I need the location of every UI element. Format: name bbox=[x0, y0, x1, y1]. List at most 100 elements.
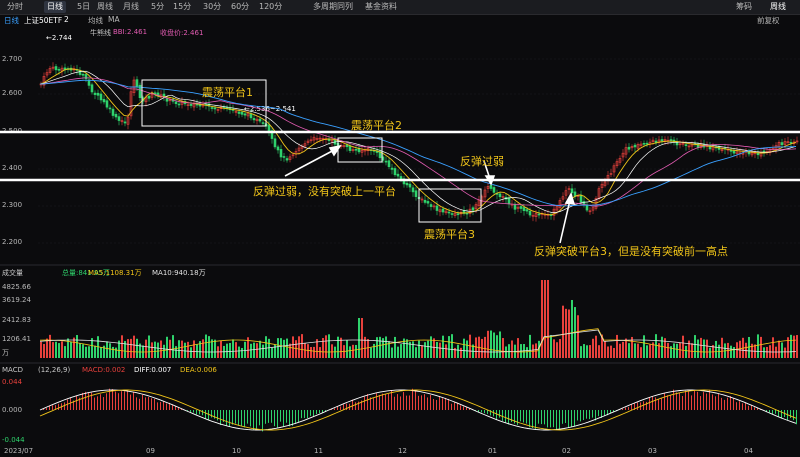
volume-bar bbox=[466, 340, 468, 358]
candle bbox=[249, 113, 253, 119]
macd-tick: 0.044 bbox=[2, 378, 23, 386]
volume-bar bbox=[784, 347, 786, 358]
volume-bar bbox=[682, 335, 684, 358]
candle bbox=[525, 209, 529, 212]
macd-bar bbox=[166, 403, 167, 410]
volume-bar bbox=[349, 346, 351, 358]
period-label: 日线 bbox=[4, 16, 19, 25]
volume-bar bbox=[589, 345, 591, 358]
volume-bar bbox=[121, 335, 123, 358]
volume-bar bbox=[703, 339, 705, 358]
macd-bar bbox=[352, 399, 353, 410]
candle bbox=[105, 100, 109, 108]
macd-bar bbox=[628, 406, 629, 410]
macd-bar bbox=[286, 410, 287, 423]
macd-bar bbox=[790, 410, 791, 419]
candle bbox=[174, 101, 178, 104]
period-tab[interactable]: 30分 bbox=[200, 1, 224, 13]
period-tab[interactable]: 周线 bbox=[94, 1, 116, 13]
volume-bar bbox=[307, 344, 309, 358]
period-tab[interactable]: 基金资料 bbox=[362, 1, 400, 13]
volume-bar bbox=[64, 346, 66, 358]
volume-bar bbox=[334, 346, 336, 358]
volume-bar bbox=[529, 334, 531, 358]
volume-bar bbox=[271, 347, 273, 358]
macd-bar bbox=[388, 393, 389, 410]
candle bbox=[90, 84, 94, 93]
volume-bar bbox=[763, 347, 765, 358]
volume-bar bbox=[796, 335, 798, 358]
macd-bar bbox=[424, 394, 425, 410]
volume-bar bbox=[628, 343, 630, 358]
symbol-name[interactable]: 上证50ETF bbox=[24, 15, 62, 26]
macd-bar bbox=[685, 390, 686, 410]
macd-bar bbox=[397, 394, 398, 410]
macd-bar bbox=[676, 392, 677, 410]
volume-bar bbox=[160, 340, 162, 358]
volume-bar bbox=[277, 338, 279, 358]
period-tab[interactable]: 15分 bbox=[170, 1, 194, 13]
macd-bar bbox=[709, 389, 710, 410]
candle bbox=[780, 142, 784, 146]
macd-bar bbox=[571, 410, 572, 427]
macd-bar bbox=[544, 410, 545, 425]
volume-bar bbox=[325, 335, 327, 358]
period-tab[interactable]: 分时 bbox=[4, 1, 26, 13]
macd-bar bbox=[64, 402, 65, 410]
weekly-toggle[interactable]: 周线 bbox=[770, 1, 786, 13]
volume-bar bbox=[460, 347, 462, 358]
macd-bar bbox=[454, 402, 455, 410]
volume-bar bbox=[79, 343, 81, 358]
candle bbox=[441, 208, 445, 213]
adjust-mode[interactable]: 前复权 bbox=[757, 15, 780, 26]
macd-bar bbox=[52, 405, 53, 410]
volume-bar bbox=[457, 344, 459, 358]
macd-bar bbox=[172, 404, 173, 410]
volume-bar bbox=[298, 336, 300, 358]
volume-bar bbox=[163, 344, 165, 358]
macd-bar bbox=[367, 394, 368, 410]
candle bbox=[57, 69, 61, 71]
macd-bar bbox=[163, 401, 164, 410]
macd-bar bbox=[382, 393, 383, 410]
volume-bar bbox=[607, 346, 609, 358]
volume-bar bbox=[208, 336, 210, 358]
macd-bar bbox=[586, 410, 587, 419]
period-tab[interactable]: 60分 bbox=[228, 1, 252, 13]
rebound-weak-label-1: 反弹过弱，没有突破上一平台 bbox=[253, 185, 396, 198]
x-tick: 09 bbox=[146, 447, 155, 455]
volume-bar bbox=[547, 280, 549, 358]
volume-bar bbox=[373, 343, 375, 358]
volume-bar bbox=[562, 305, 564, 358]
period-toolbar: 分时 日线 5日 周线 月线 5分 15分 30分 60分 120分 多周期同列 基金资料 筹码 周线 bbox=[0, 0, 800, 15]
candle bbox=[522, 207, 526, 212]
period-tab[interactable]: 日线 bbox=[44, 1, 66, 13]
volume-bar bbox=[133, 335, 135, 358]
volume-bar bbox=[46, 338, 48, 358]
kline-chart[interactable] bbox=[0, 28, 800, 448]
volume-bar bbox=[61, 341, 63, 358]
macd-title: MACD bbox=[2, 366, 23, 374]
volume-bar bbox=[82, 344, 84, 358]
period-tab[interactable]: 多周期同列 bbox=[310, 1, 356, 13]
volume-bar bbox=[502, 338, 504, 358]
volume-bar bbox=[421, 345, 423, 358]
macd-bar bbox=[484, 410, 485, 414]
volume-bar bbox=[487, 330, 489, 358]
chip-button[interactable]: 筹码 bbox=[736, 1, 752, 13]
volume-bar bbox=[379, 336, 381, 358]
macd-bar bbox=[337, 406, 338, 410]
symbol-count: 2 bbox=[64, 15, 69, 24]
period-tab[interactable]: 5分 bbox=[148, 1, 167, 13]
candle bbox=[471, 207, 475, 211]
period-tab[interactable]: 120分 bbox=[256, 1, 285, 13]
period-tab[interactable]: 月线 bbox=[120, 1, 142, 13]
period-tab[interactable]: 5日 bbox=[74, 1, 93, 13]
volume-bar bbox=[385, 336, 387, 358]
macd-bar bbox=[379, 395, 380, 410]
volume-bar bbox=[52, 342, 54, 358]
macd-bar bbox=[706, 393, 707, 410]
volume-bar bbox=[622, 341, 624, 358]
volume-bar bbox=[733, 347, 735, 358]
ma-label[interactable]: 均线 bbox=[88, 15, 103, 26]
